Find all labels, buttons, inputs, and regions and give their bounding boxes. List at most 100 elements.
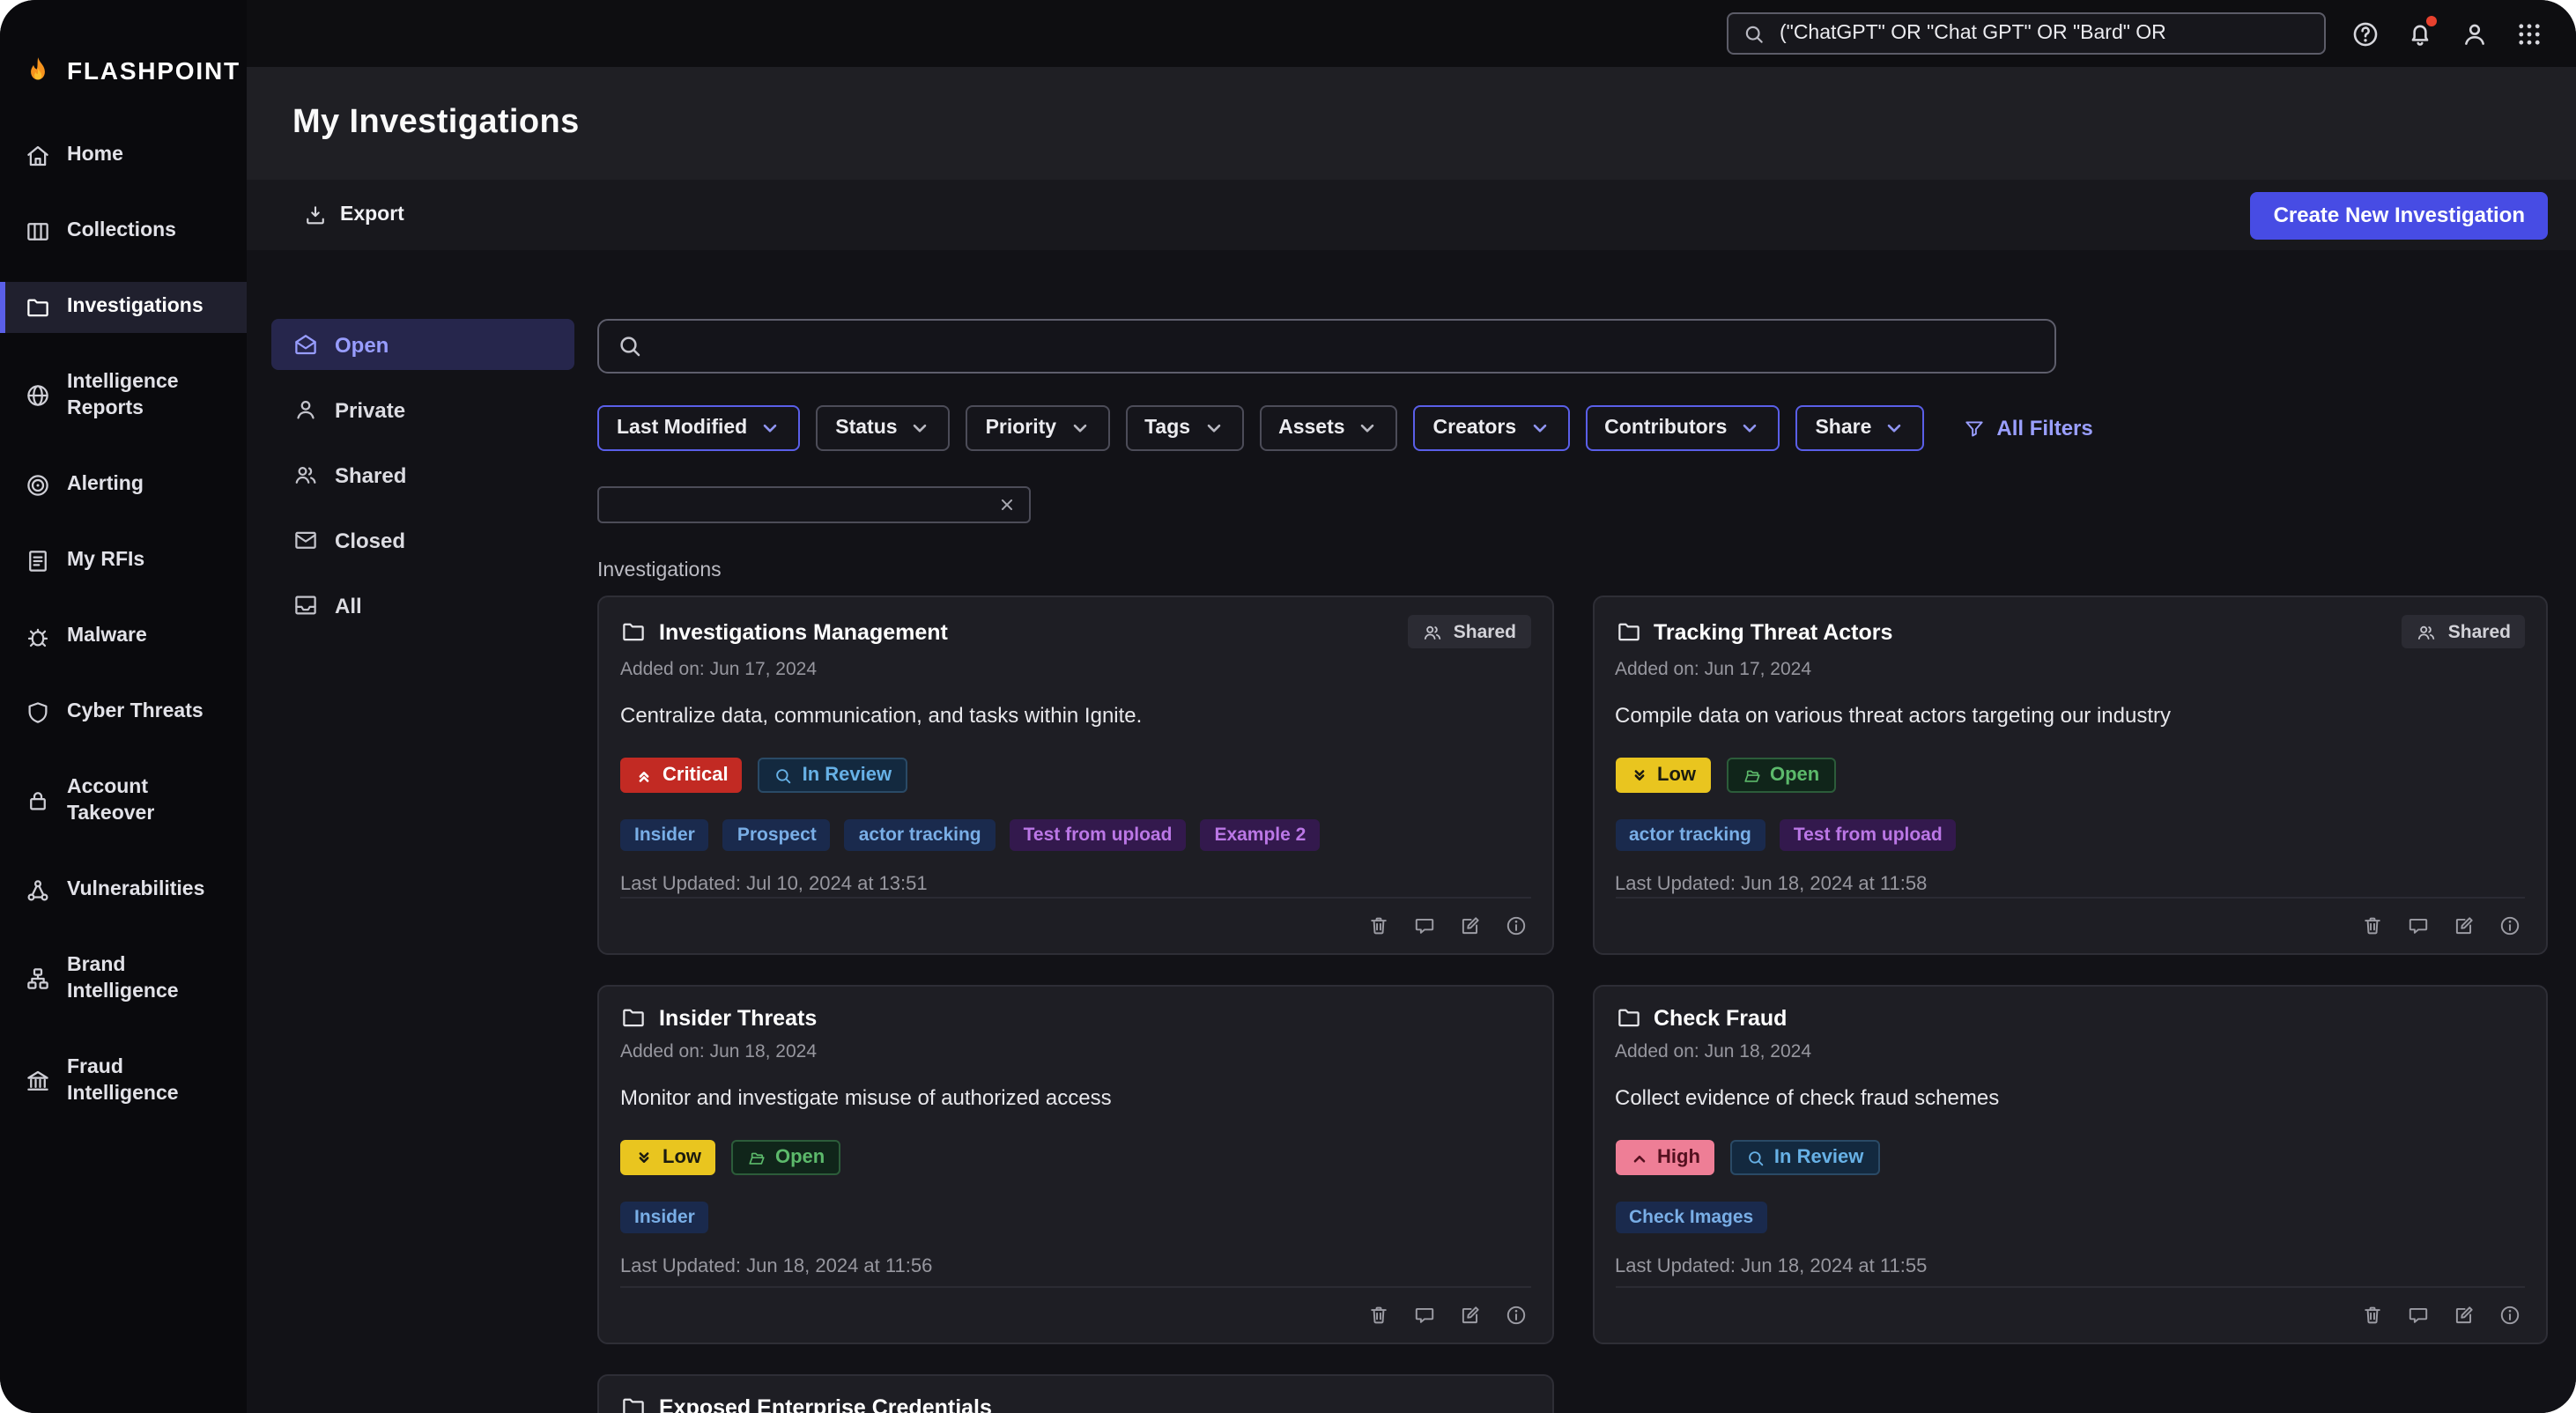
chevron-down-icon <box>1358 418 1379 439</box>
sidebar-item-collections[interactable]: Collections <box>0 206 247 257</box>
export-icon <box>303 203 328 227</box>
tag-chip[interactable]: Test from upload <box>1010 819 1187 851</box>
edit-button[interactable] <box>1458 914 1481 937</box>
global-search[interactable] <box>1727 12 2326 55</box>
priority-label: High <box>1657 1147 1700 1168</box>
tag-chip[interactable]: Test from upload <box>1780 819 1957 851</box>
chevron-down-icon <box>1069 418 1090 439</box>
export-button[interactable]: Export <box>292 201 415 229</box>
sidebar-item-label: Collections <box>67 218 176 245</box>
chevrons-up-icon <box>634 766 654 785</box>
filter-last-modified[interactable]: Last Modified <box>597 405 800 451</box>
filter-priority[interactable]: Priority <box>966 405 1110 451</box>
card-last-updated: Last Updated: Jun 18, 2024 at 11:58 <box>1615 874 2525 895</box>
search-icon <box>617 333 643 359</box>
investigations-panel: Last Modified Status Priority Tags Assets Cre… <box>597 319 2548 1413</box>
view-tab-open[interactable]: Open <box>271 319 574 370</box>
info-button[interactable] <box>2498 914 2521 937</box>
investigation-card[interactable]: Investigations ManagementSharedAdded on:… <box>597 596 1553 955</box>
people-icon <box>292 462 319 488</box>
filter-label: Contributors <box>1604 418 1727 439</box>
content: Open Private Shared Closed All Last Modified… <box>247 250 2576 1413</box>
view-tab-closed[interactable]: Closed <box>271 514 574 566</box>
filter-dropdowns: Last Modified Status Priority Tags Assets Cre… <box>597 405 1924 451</box>
chevron-down-icon <box>1203 418 1224 439</box>
apps-button[interactable] <box>2514 18 2544 48</box>
view-tab-private[interactable]: Private <box>271 384 574 435</box>
delete-button[interactable] <box>2361 914 2384 937</box>
edit-button[interactable] <box>1458 1304 1481 1327</box>
investigation-card[interactable]: Check FraudAdded on: Jun 18, 2024Collect… <box>1592 985 2548 1344</box>
sidebar-item-investigations[interactable]: Investigations <box>0 282 247 333</box>
view-tab-shared[interactable]: Shared <box>271 449 574 500</box>
filter-value-input[interactable] <box>611 492 990 517</box>
investigation-card[interactable]: Exposed Enterprise Credentials <box>597 1374 1553 1413</box>
delete-button[interactable] <box>2361 1304 2384 1327</box>
view-tab-label: Open <box>335 332 389 357</box>
filter-value-box[interactable] <box>597 486 1031 523</box>
info-button[interactable] <box>2498 1304 2521 1327</box>
filter-tags[interactable]: Tags <box>1125 405 1243 451</box>
info-button[interactable] <box>1504 914 1527 937</box>
status-label: Open <box>775 1147 825 1168</box>
sidebar-item-vulnerabilities[interactable]: Vulnerabilities <box>0 865 247 916</box>
sidebar-item-alerting[interactable]: Alerting <box>0 460 247 511</box>
edit-icon <box>2453 914 2476 937</box>
notifications-button[interactable] <box>2405 18 2435 48</box>
sidebar-item-fraud-intelligence[interactable]: Fraud Intelligence <box>0 1042 247 1120</box>
edit-button[interactable] <box>2453 1304 2476 1327</box>
create-new-investigation-button[interactable]: Create New Investigation <box>2251 191 2548 239</box>
filter-status[interactable]: Status <box>816 405 950 451</box>
tag-chip[interactable]: Insider <box>620 819 709 851</box>
delete-button[interactable] <box>1366 914 1389 937</box>
help-button[interactable] <box>2350 18 2380 48</box>
all-filters-button[interactable]: All Filters <box>1952 414 2103 442</box>
comment-button[interactable] <box>2407 1304 2430 1327</box>
account-button[interactable] <box>2460 18 2490 48</box>
info-button[interactable] <box>1504 1304 1527 1327</box>
global-search-input[interactable] <box>1776 21 2310 46</box>
sidebar-item-my-rfis[interactable]: My RFIs <box>0 536 247 587</box>
investigations-search[interactable] <box>597 319 2056 374</box>
tag-chip[interactable]: Check Images <box>1615 1202 1767 1233</box>
filter-creators[interactable]: Creators <box>1414 405 1570 451</box>
sidebar-item-brand-intelligence[interactable]: Brand Intelligence <box>0 941 247 1018</box>
filter-share[interactable]: Share <box>1795 405 1924 451</box>
sidebar-item-label: Account Takeover <box>67 775 226 828</box>
priority-label: Low <box>1657 765 1696 786</box>
comment-button[interactable] <box>1412 914 1435 937</box>
card-description: Monitor and investigate misuse of author… <box>620 1085 1530 1110</box>
investigation-card[interactable]: Tracking Threat ActorsSharedAdded on: Ju… <box>1592 596 2548 955</box>
status-badge: Open <box>1726 758 1835 793</box>
comment-button[interactable] <box>2407 914 2430 937</box>
sidebar-item-cyber-threats[interactable]: Cyber Threats <box>0 687 247 738</box>
investigation-card[interactable]: Insider ThreatsAdded on: Jun 18, 2024Mon… <box>597 985 1553 1344</box>
investigations-search-input[interactable] <box>657 332 2037 360</box>
sidebar-item-home[interactable]: Home <box>0 130 247 181</box>
filter-assets[interactable]: Assets <box>1259 405 1397 451</box>
delete-button[interactable] <box>1366 1304 1389 1327</box>
comment-button[interactable] <box>1412 1304 1435 1327</box>
inbox-icon <box>292 592 319 618</box>
tag-chip[interactable]: actor tracking <box>1615 819 1765 851</box>
shield-icon <box>25 699 51 726</box>
edit-button[interactable] <box>2453 914 2476 937</box>
clear-filter-icon[interactable] <box>997 495 1017 514</box>
tag-chip[interactable]: Insider <box>620 1202 709 1233</box>
sidebar-item-account-takeover[interactable]: Account Takeover <box>0 763 247 840</box>
target-icon <box>25 472 51 499</box>
tag-chip[interactable]: actor tracking <box>845 819 996 851</box>
sidebar-item-intelligence-reports[interactable]: Intelligence Reports <box>0 358 247 435</box>
priority-badge: Low <box>620 1140 715 1175</box>
sidebar-item-label: Alerting <box>67 472 144 499</box>
bug-icon <box>25 624 51 650</box>
filter-contributors[interactable]: Contributors <box>1585 405 1780 451</box>
status-badge: In Review <box>1730 1140 1880 1175</box>
view-tab-all[interactable]: All <box>271 580 574 631</box>
card-title: Insider Threats <box>659 1005 817 1030</box>
tag-chip[interactable]: Prospect <box>723 819 831 851</box>
card-added-date: Added on: Jun 17, 2024 <box>620 659 1530 680</box>
sidebar-item-malware[interactable]: Malware <box>0 611 247 662</box>
collections-icon <box>25 218 51 245</box>
tag-chip[interactable]: Example 2 <box>1200 819 1320 851</box>
